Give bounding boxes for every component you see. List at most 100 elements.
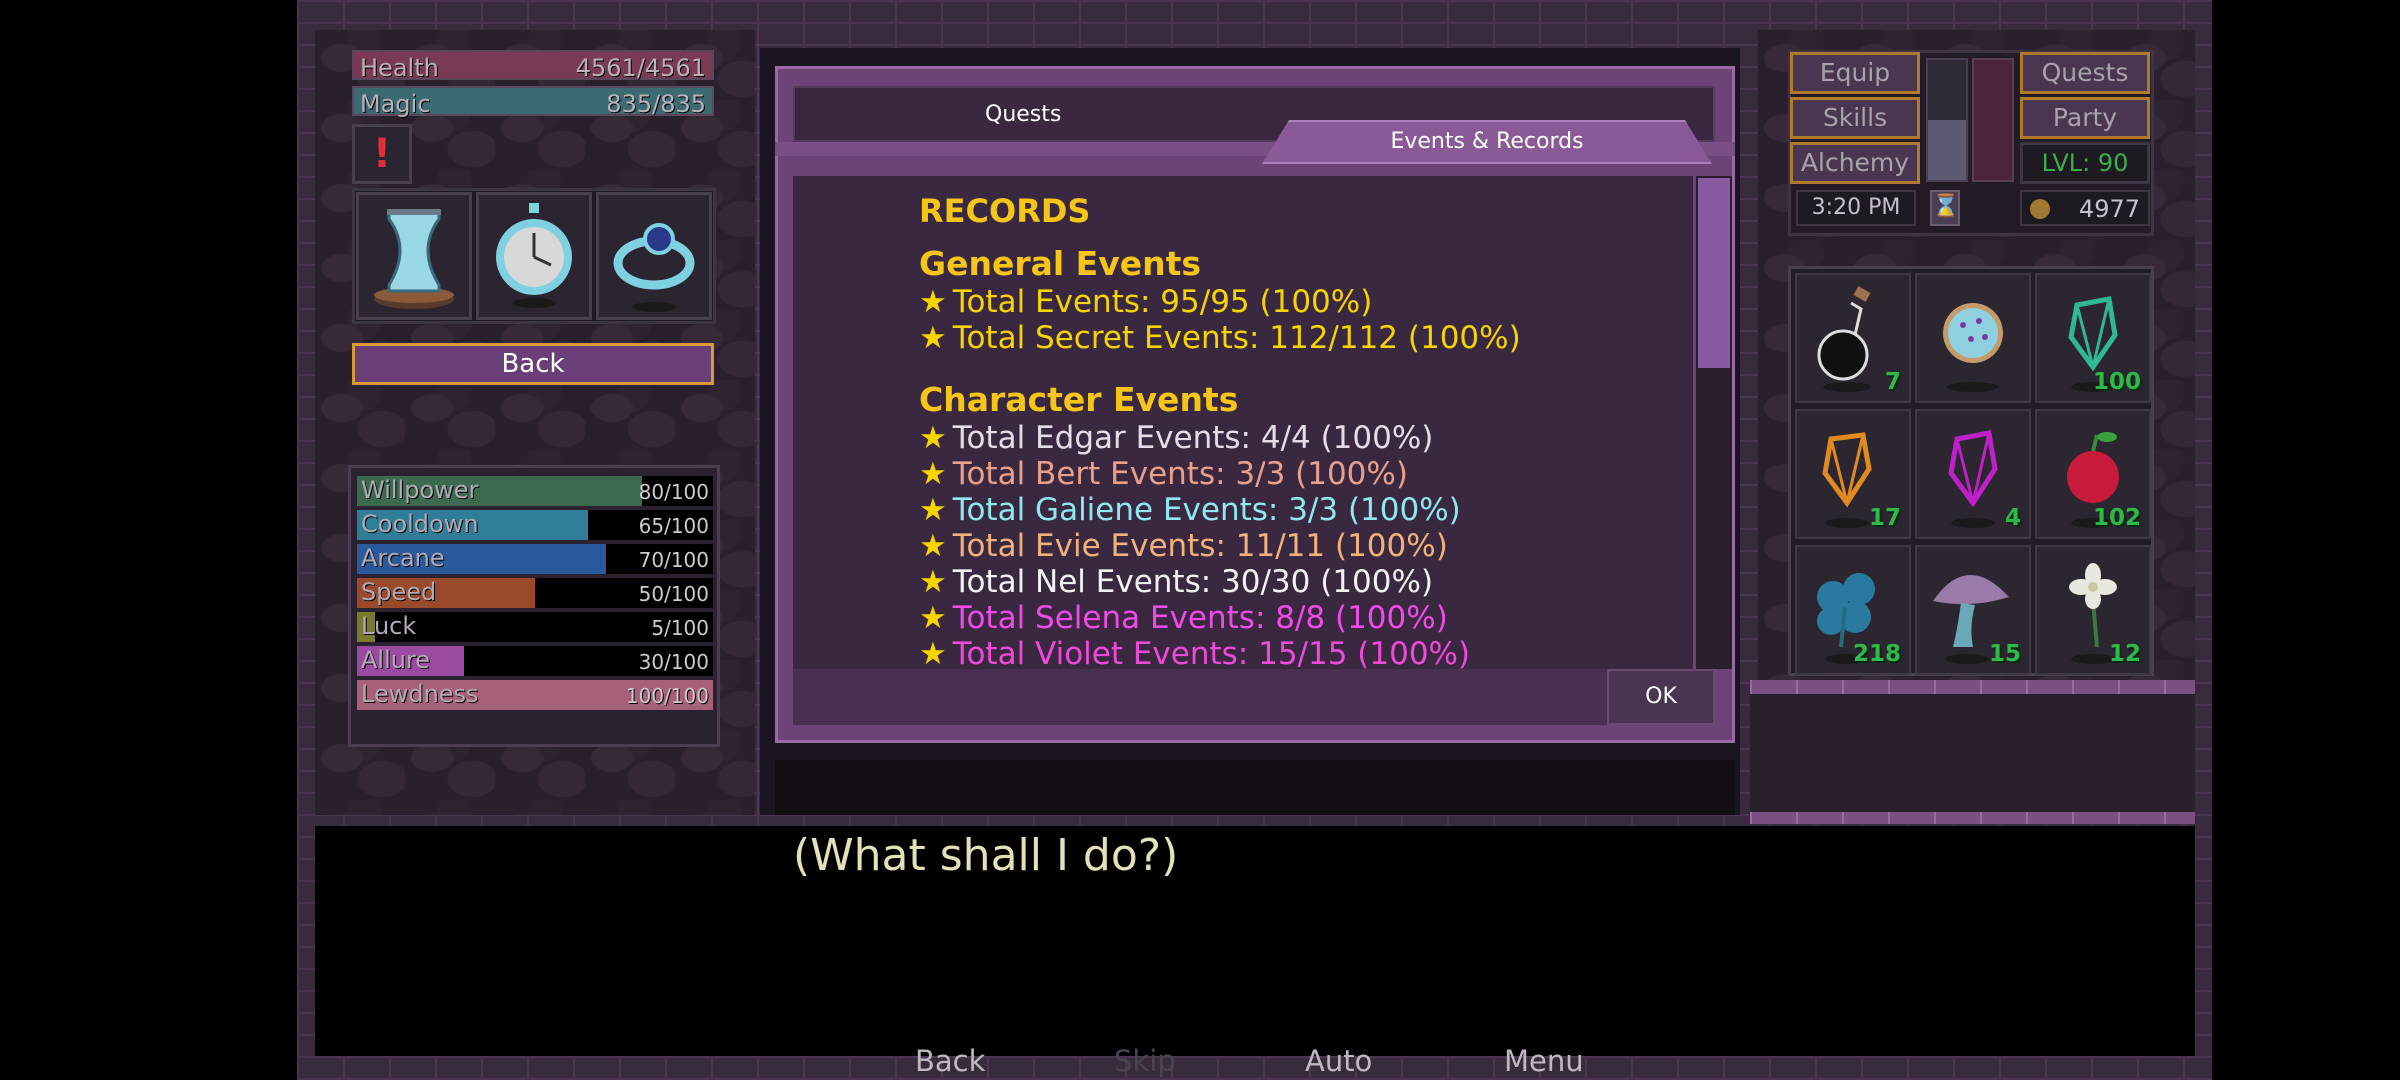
dialogue-text: (What shall I do?) (793, 830, 1179, 881)
star-icon: ★ (919, 456, 947, 492)
inventory-slot-3[interactable]: 100 (2035, 273, 2151, 403)
record-line: ★ Total Nel Events: 30/30 (100%) (919, 564, 1433, 600)
time-display: 3:20 PM (1796, 190, 1916, 226)
record-text: Total Evie Events: 11/11 (100%) (952, 528, 1448, 564)
inventory-count-4: 17 (1868, 505, 1901, 531)
ring-icon (613, 223, 695, 312)
equip-slot-2[interactable] (476, 192, 592, 320)
tab-events-records[interactable]: Events & Records (1262, 120, 1712, 164)
record-line: ★ Total Edgar Events: 4/4 (100%) (919, 420, 1433, 456)
alchemy-button[interactable]: Alchemy (1790, 142, 1920, 184)
record-line: ★ Total Violet Events: 15/15 (100%) (919, 636, 1470, 669)
inventory-count-8: 15 (1988, 641, 2021, 667)
inventory-grid: 7 100 17 4 102 218 15 12 (1788, 266, 2154, 676)
magic-label: Magic (360, 90, 431, 118)
stat-arcane-value: 70/100 (638, 548, 709, 572)
stat-willpower-value: 80/100 (638, 480, 709, 504)
records-scrollbar-thumb[interactable] (1698, 178, 1730, 368)
inventory-slot-8[interactable]: 15 (1915, 545, 2031, 675)
stat-cooldown-label: Cooldown (361, 510, 479, 538)
record-text: Total Edgar Events: 4/4 (100%) (952, 420, 1434, 456)
quick-menu-menu[interactable]: Menu (1504, 1044, 1584, 1078)
cookie-icon (1943, 303, 2003, 392)
stat-allure-value: 30/100 (638, 650, 709, 674)
inventory-count-9: 12 (2108, 641, 2141, 667)
stat-allure-label: Allure (361, 646, 431, 674)
stat-luck-value: 5/100 (651, 616, 709, 640)
inventory-slot-7[interactable]: 218 (1795, 545, 1911, 675)
inventory-count-5: 4 (2004, 505, 2021, 531)
record-line: ★ Total Secret Events: 112/112 (100%) (919, 320, 1521, 356)
dialog-footer (793, 669, 1715, 725)
stat-arcane-label: Arcane (361, 544, 445, 572)
records-title: RECORDS (919, 192, 1091, 230)
record-line: ★ Total Events: 95/95 (100%) (919, 284, 1372, 320)
record-line: ★ Total Evie Events: 11/11 (100%) (919, 528, 1448, 564)
skills-button[interactable]: Skills (1790, 97, 1920, 139)
star-icon: ★ (919, 492, 947, 528)
right-lower-dark (1750, 694, 2195, 814)
inventory-slot-4[interactable]: 17 (1795, 409, 1911, 539)
party-button[interactable]: Party (2020, 97, 2150, 139)
equip-slot-3[interactable] (596, 192, 712, 320)
ok-button[interactable]: OK (1607, 669, 1715, 725)
inventory-slot-2[interactable] (1915, 273, 2031, 403)
star-icon: ★ (919, 636, 947, 669)
stat-speed: Speed 50/100 (357, 578, 713, 608)
center-bottom-stone (775, 760, 1735, 815)
health-value: 4561/4561 (575, 54, 706, 82)
right-trim-bottom (1750, 812, 2195, 824)
stat-cooldown: Cooldown 65/100 (357, 510, 713, 540)
general-events-heading: General Events (919, 244, 1202, 283)
level-display: LVL: 90 (2020, 142, 2150, 184)
inventory-slot-1[interactable]: 7 (1795, 273, 1911, 403)
quests-button[interactable]: Quests (2020, 52, 2150, 94)
star-icon: ★ (919, 564, 947, 600)
inventory-count-3: 100 (2092, 369, 2141, 395)
stat-cooldown-value: 65/100 (638, 514, 709, 538)
stat-allure: Allure 30/100 (357, 646, 713, 676)
vertical-gauge-red (1972, 58, 2014, 182)
inventory-slot-5[interactable]: 4 (1915, 409, 2031, 539)
star-icon: ★ (919, 320, 947, 356)
back-button[interactable]: Back (352, 343, 714, 385)
tab-quests-label: Quests (985, 102, 1062, 127)
character-events-heading: Character Events (919, 380, 1239, 419)
quick-menu-skip[interactable]: Skip (1114, 1044, 1176, 1078)
stat-lewdness-label: Lewdness (361, 680, 479, 708)
magic-bar: Magic 835/835 (352, 86, 714, 118)
stat-speed-label: Speed (361, 578, 437, 606)
inventory-count-6: 102 (2092, 505, 2141, 531)
inventory-count-1: 7 (1884, 369, 1901, 395)
gold-amount: 4977 (2078, 195, 2140, 223)
record-line: ★ Total Galiene Events: 3/3 (100%) (919, 492, 1461, 528)
star-icon: ★ (919, 600, 947, 636)
inventory-count-7: 218 (1852, 641, 1901, 667)
stat-willpower: Willpower 80/100 (357, 476, 713, 506)
stat-lewdness: Lewdness 100/100 (357, 680, 713, 710)
stats-panel: Willpower 80/100 Cooldown 65/100 Arcane … (348, 465, 720, 747)
health-bar: Health 4561/4561 (352, 50, 714, 82)
exclamation-icon[interactable]: ! (352, 124, 412, 184)
hourglass-small-icon[interactable]: ⌛ (1930, 190, 1960, 226)
record-line: ★ Total Selena Events: 8/8 (100%) (919, 600, 1448, 636)
stat-willpower-label: Willpower (361, 476, 479, 504)
equip-slot-1[interactable] (356, 192, 472, 320)
coin-icon (2030, 199, 2050, 219)
magic-value: 835/835 (606, 90, 706, 118)
dialogue-textbox[interactable] (315, 826, 2195, 1056)
records-content[interactable]: RECORDS General Events ★ Total Events: 95… (793, 176, 1693, 669)
quick-menu-auto[interactable]: Auto (1305, 1044, 1372, 1078)
star-icon: ★ (919, 284, 947, 320)
record-line: ★ Total Bert Events: 3/3 (100%) (919, 456, 1408, 492)
stat-arcane: Arcane 70/100 (357, 544, 713, 574)
inventory-slot-6[interactable]: 102 (2035, 409, 2151, 539)
inventory-slot-9[interactable]: 12 (2035, 545, 2151, 675)
stopwatch-icon (496, 203, 572, 308)
health-label: Health (360, 54, 439, 82)
record-text: Total Secret Events: 112/112 (100%) (952, 320, 1521, 356)
right-trim-top (1750, 680, 2195, 694)
gold-panel: 4977 (2020, 190, 2150, 226)
quick-menu-back[interactable]: Back (915, 1044, 985, 1078)
equip-button[interactable]: Equip (1790, 52, 1920, 94)
